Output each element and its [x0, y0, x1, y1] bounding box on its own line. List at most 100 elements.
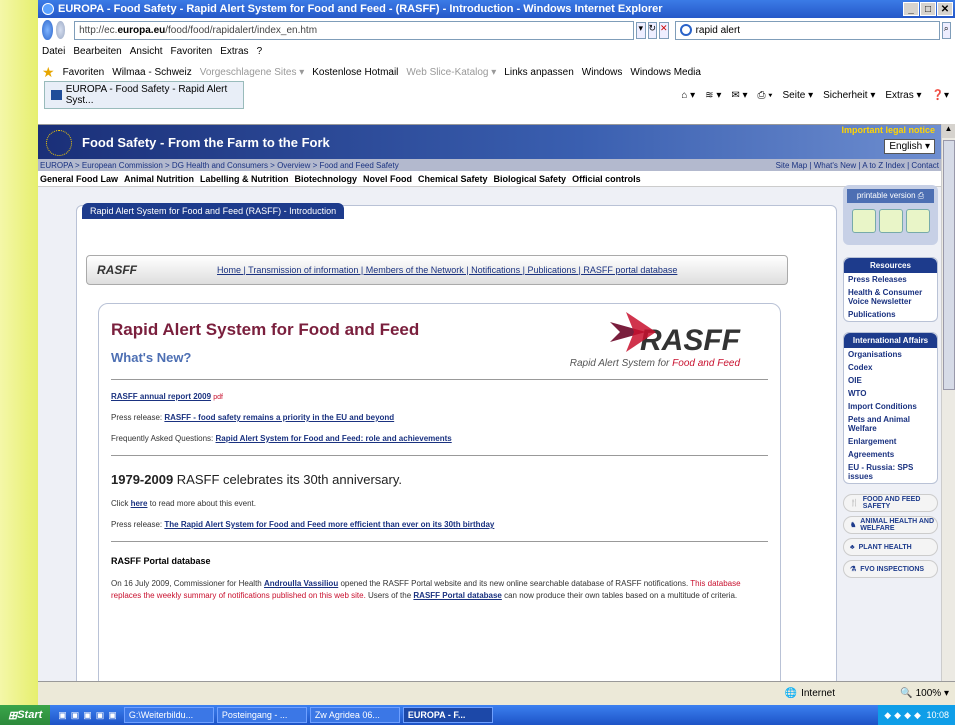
window-title: EUROPA - Food Safety - Rapid Alert Syste… — [58, 3, 663, 15]
commissioner-link[interactable]: Androulla Vassiliou — [264, 579, 338, 588]
menu-extras[interactable]: Extras — [220, 46, 248, 57]
intl-wto[interactable]: WTO — [844, 387, 937, 400]
topic-biotechnology[interactable]: Biotechnology — [295, 174, 358, 184]
intl-enlargement[interactable]: Enlargement — [844, 435, 937, 448]
resource-publications[interactable]: Publications — [844, 308, 937, 321]
maximize-button[interactable]: □ — [920, 2, 936, 16]
resource-press-releases[interactable]: Press Releases — [844, 273, 937, 286]
intl-eu-russia[interactable]: EU - Russia: SPS issues — [844, 461, 937, 483]
intl-agreements[interactable]: Agreements — [844, 448, 937, 461]
topic-chemical-safety[interactable]: Chemical Safety — [418, 174, 488, 184]
thumb-icon-3[interactable] — [905, 209, 930, 233]
scroll-up-arrow[interactable]: ▲ — [942, 124, 955, 138]
topic-animal-nutrition[interactable]: Animal Nutrition — [124, 174, 194, 184]
topic-general-food-law[interactable]: General Food Law — [40, 174, 118, 184]
legal-notice-link[interactable]: Important legal notice — [841, 125, 935, 135]
pill-plant-health[interactable]: ♣ PLANT HEALTH — [843, 538, 938, 556]
logo-sub-a: Rapid Alert System for — [569, 358, 670, 369]
favorites-button[interactable]: Favoriten — [63, 67, 105, 78]
press-release-1: Press release: RASFF - food safety remai… — [111, 413, 768, 422]
divider-2 — [111, 455, 768, 456]
menu-datei[interactable]: Datei — [42, 46, 65, 57]
pdf-icon[interactable]: pdf — [213, 394, 223, 401]
vertical-scrollbar[interactable]: ▲ — [941, 124, 955, 681]
search-button[interactable]: ⌕ — [941, 21, 951, 39]
fav-webslice[interactable]: Web Slice-Katalog ▾ — [406, 67, 496, 78]
cmd-page[interactable]: Seite ▾ — [783, 90, 814, 101]
printable-version-link[interactable]: printable version ⎙ — [847, 189, 934, 203]
thumb-icon-2[interactable] — [878, 209, 903, 233]
home-icon[interactable]: ⌂ ▾ — [681, 90, 695, 101]
dropdown-button[interactable]: ▾ — [636, 21, 646, 39]
language-value: English — [889, 141, 923, 152]
page-title-tab: Rapid Alert System for Food and Feed (RA… — [82, 203, 345, 219]
cmd-security[interactable]: Sicherheit ▾ — [823, 90, 875, 101]
intl-codex[interactable]: Codex — [844, 361, 937, 374]
topic-novel-food[interactable]: Novel Food — [363, 174, 412, 184]
task-inbox[interactable]: Posteingang - ... — [216, 707, 307, 723]
portal-heading: RASFF Portal database — [111, 556, 211, 566]
fav-wilmaa[interactable]: Wilmaa - Schweiz — [112, 67, 191, 78]
faq-prefix: Frequently Asked Questions: — [111, 434, 214, 443]
forward-button[interactable] — [55, 21, 66, 39]
intl-oie[interactable]: OIE — [844, 374, 937, 387]
pill-fvo[interactable]: ⚗ FVO INSPECTIONS — [843, 560, 938, 578]
pill-animal-health[interactable]: ♞ ANIMAL HEALTH AND WELFARE — [843, 516, 938, 534]
fav-suggested[interactable]: Vorgeschlagene Sites ▾ — [200, 67, 305, 78]
menu-bearbeiten[interactable]: Bearbeiten — [73, 46, 121, 57]
rasff-subnav-links[interactable]: Home | Transmission of information | Mem… — [217, 265, 677, 275]
mail-icon[interactable]: ✉ ▾ — [731, 90, 747, 101]
menu-help[interactable]: ? — [257, 46, 263, 57]
task-agridea[interactable]: Zw Agridea 06... — [309, 707, 400, 723]
utility-links[interactable]: Site Map | What's New | A to Z Index | C… — [776, 161, 941, 170]
intl-pets[interactable]: Pets and Animal Welfare — [844, 413, 937, 435]
quick-launch-icons[interactable]: ▣▣▣▣▣ — [58, 710, 121, 721]
topic-official-controls[interactable]: Official controls — [572, 174, 641, 184]
address-bar[interactable]: http://ec. europa.eu/food/food/rapidalert… — [74, 20, 635, 40]
print-icon[interactable]: ⎙ ▾ — [758, 90, 773, 101]
breadcrumb-path[interactable]: EUROPA > European Commission > DG Health… — [40, 161, 399, 170]
page-viewport: Food Safety - From the Farm to the Fork … — [38, 124, 941, 681]
fav-hotmail[interactable]: Kostenlose Hotmail — [312, 67, 398, 78]
fav-windows-media[interactable]: Windows Media — [630, 67, 701, 78]
close-button[interactable]: ✕ — [937, 2, 953, 16]
click-here-link[interactable]: here — [131, 499, 148, 508]
minimize-button[interactable]: _ — [903, 2, 919, 16]
cmd-tools[interactable]: Extras ▾ — [885, 90, 921, 101]
start-button[interactable]: ⊞ Start — [0, 705, 51, 725]
fav-links[interactable]: Links anpassen — [504, 67, 574, 78]
stop-button[interactable]: ✕ — [659, 21, 669, 39]
task-europa[interactable]: EUROPA - F... — [402, 707, 493, 723]
search-input[interactable]: rapid alert — [674, 20, 940, 40]
eu-stars-icon — [46, 130, 72, 156]
scroll-thumb[interactable] — [943, 140, 955, 390]
topic-labelling[interactable]: Labelling & Nutrition — [200, 174, 289, 184]
intl-import-conditions[interactable]: Import Conditions — [844, 400, 937, 413]
feeds-icon[interactable]: ≋ ▾ — [705, 90, 721, 101]
status-bar: 🌐 Internet 🔍 100% ▾ — [38, 681, 955, 705]
faq-link[interactable]: Rapid Alert System for Food and Feed: ro… — [216, 434, 452, 443]
press1-link[interactable]: RASFF - food safety remains a priority i… — [164, 413, 394, 422]
resource-newsletter[interactable]: Health & Consumer Voice Newsletter — [844, 286, 937, 308]
press2-link[interactable]: The Rapid Alert System for Food and Feed… — [164, 520, 494, 529]
topic-biological-safety[interactable]: Biological Safety — [494, 174, 567, 184]
pill-food-feed[interactable]: 🍴 FOOD AND FEED SAFETY — [843, 494, 938, 512]
rasff-small-logo[interactable]: RASFF — [87, 263, 217, 277]
menu-favoriten[interactable]: Favoriten — [171, 46, 213, 57]
menu-ansicht[interactable]: Ansicht — [130, 46, 163, 57]
intl-organisations[interactable]: Organisations — [844, 348, 937, 361]
annual-report-link[interactable]: RASFF annual report 2009 — [111, 392, 211, 401]
click-post: to read more about this event. — [149, 499, 257, 508]
command-bar: ⌂ ▾ ≋ ▾ ✉ ▾ ⎙ ▾ Seite ▾ Sicherheit ▾ Ext… — [681, 90, 955, 101]
tab-europa[interactable]: EUROPA - Food Safety - Rapid Alert Syst.… — [44, 81, 244, 109]
refresh-button[interactable]: ↻ — [647, 21, 658, 39]
fav-windows[interactable]: Windows — [582, 67, 623, 78]
task-explorer[interactable]: G:\Weiterbildu... — [123, 707, 214, 723]
tray-icons[interactable]: ◆◆◆◆ — [884, 710, 924, 721]
portal-database-link[interactable]: RASFF Portal database — [413, 591, 501, 600]
language-select[interactable]: English ▾ — [884, 139, 935, 154]
help-icon[interactable]: ❓▾ — [932, 90, 949, 101]
zoom-control[interactable]: 🔍 100% ▾ — [900, 688, 949, 699]
thumb-icon-1[interactable] — [851, 209, 876, 233]
back-button[interactable] — [42, 20, 53, 40]
